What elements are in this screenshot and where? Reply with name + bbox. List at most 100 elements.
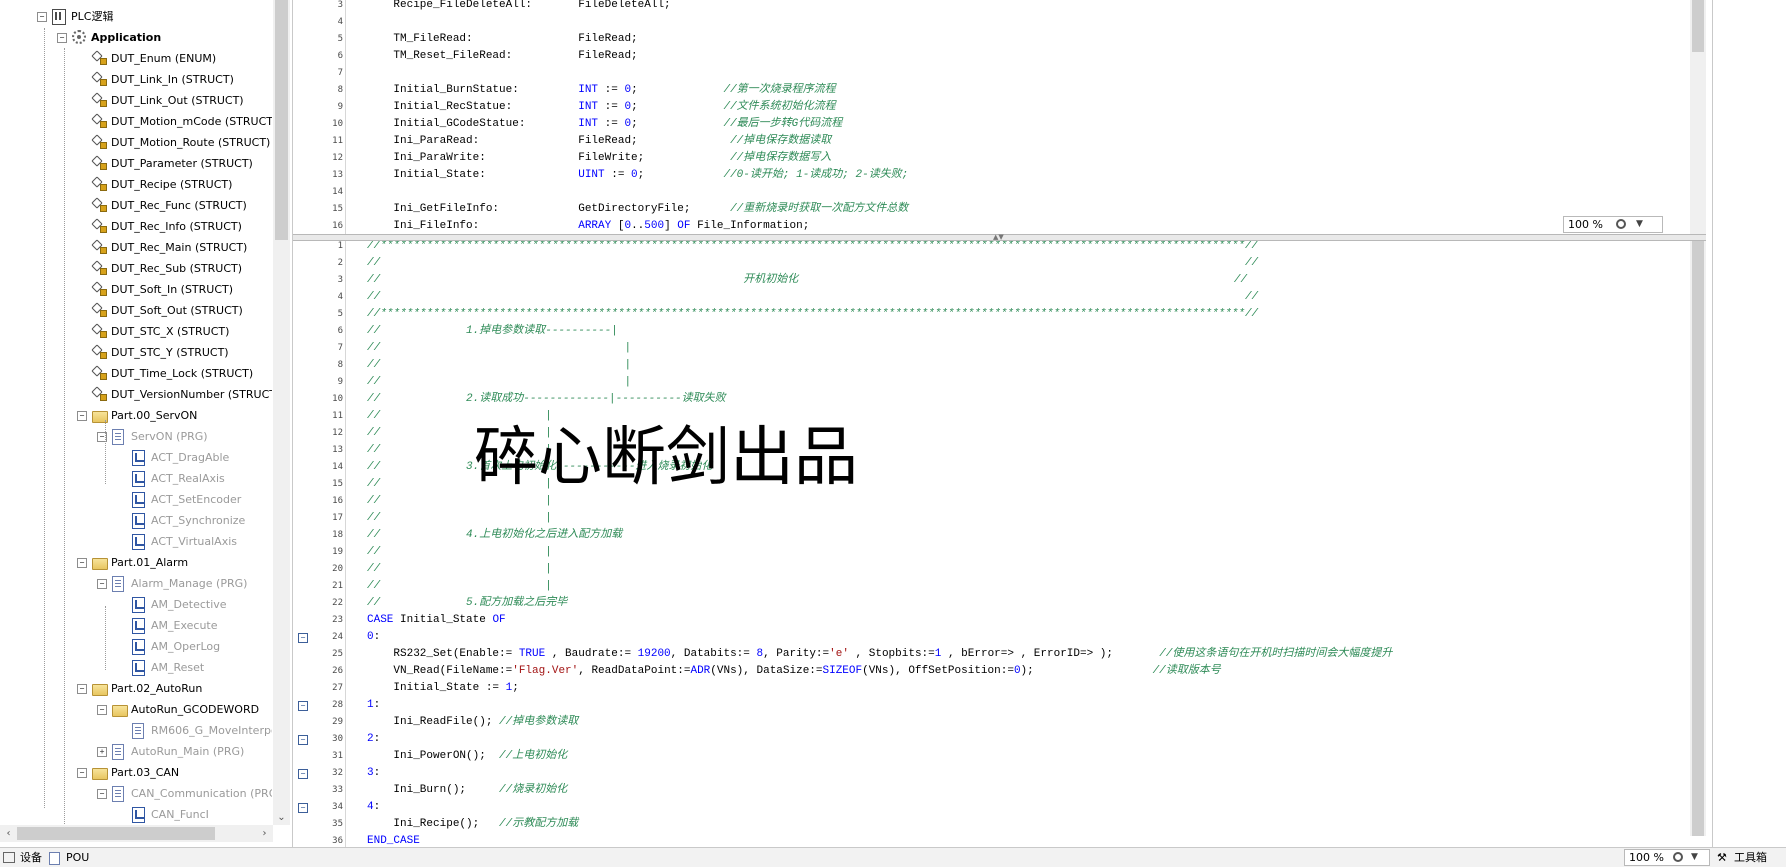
code-line[interactable]: Ini_Recipe(); //示教配方加载 bbox=[367, 816, 578, 833]
code-line[interactable]: END_CASE bbox=[367, 833, 420, 847]
tree-item[interactable]: DUT_Motion_mCode (STRUCT) bbox=[0, 111, 272, 132]
zoom-control[interactable]: 100 % ▼ bbox=[1624, 849, 1710, 866]
tree-item[interactable]: − Alarm_Manage (PRG) bbox=[0, 573, 272, 594]
tree-item[interactable]: AM_Execute bbox=[0, 615, 272, 636]
tree-item[interactable]: AM_Detective bbox=[0, 594, 272, 615]
tree-item[interactable]: − PLC逻辑 bbox=[0, 6, 272, 27]
tree-item[interactable]: − Application bbox=[0, 27, 272, 48]
tree-horizontal-scrollbar[interactable]: ‹ › bbox=[0, 825, 273, 842]
code-line[interactable]: Ini_Burn(); //烧录初始化 bbox=[367, 782, 567, 799]
code-line[interactable]: // // bbox=[367, 255, 1258, 272]
fold-toggle-icon[interactable]: − bbox=[298, 701, 308, 711]
tree-item[interactable]: DUT_Soft_In (STRUCT) bbox=[0, 279, 272, 300]
tree-item[interactable]: − ServON (PRG) bbox=[0, 426, 272, 447]
collapse-toggle-icon[interactable]: − bbox=[97, 789, 107, 799]
code-line[interactable]: // 1.掉电参数读取----------| bbox=[367, 323, 618, 340]
tree-item[interactable]: DUT_Motion_Route (STRUCT) bbox=[0, 132, 272, 153]
zoom-icon[interactable] bbox=[1673, 852, 1683, 862]
tree-item[interactable]: − AutoRun_GCODEWORD bbox=[0, 699, 272, 720]
tree-item[interactable]: ACT_VirtualAxis bbox=[0, 531, 272, 552]
declaration-scrollbar[interactable] bbox=[1690, 0, 1706, 236]
fold-toggle-icon[interactable]: − bbox=[298, 735, 308, 745]
code-line[interactable]: // 开机初始化 // bbox=[367, 272, 1247, 289]
tree-item[interactable]: ACT_RealAxis bbox=[0, 468, 272, 489]
code-line[interactable]: 0: bbox=[367, 629, 380, 646]
code-line[interactable]: // 5.配方加载之后完毕 bbox=[367, 595, 567, 612]
collapse-toggle-icon[interactable]: − bbox=[57, 33, 67, 43]
tab-pou[interactable]: POU bbox=[46, 849, 118, 867]
implementation-editor[interactable]: 1 2 3 4 5 6 7 8 9 10 11 12 13 14 15 16 17 18 19 20 21 22 23 24−… bbox=[293, 241, 1706, 847]
collapse-toggle-icon[interactable]: − bbox=[37, 12, 47, 22]
scroll-left-icon[interactable]: ‹ bbox=[0, 825, 17, 842]
code-line[interactable]: Initial_BurnStatue: INT := 0; //第一次烧录程序流… bbox=[367, 82, 835, 99]
tree-item[interactable]: + AutoRun_Main (PRG) bbox=[0, 741, 272, 762]
code-line[interactable]: 4: bbox=[367, 799, 380, 816]
code-line[interactable]: Initial_State := 1; bbox=[367, 680, 518, 697]
code-line[interactable]: // | bbox=[367, 340, 631, 357]
zoom-control[interactable]: 100 % ▼ bbox=[1563, 216, 1663, 233]
tree-item[interactable]: DUT_Link_In (STRUCT) bbox=[0, 69, 272, 90]
tree-item[interactable]: − CAN_Communication (PRG) bbox=[0, 783, 272, 804]
code-line[interactable]: Initial_State: UINT := 0; //0-读开始; 1-读成功… bbox=[367, 167, 908, 184]
tree-item[interactable]: DUT_Rec_Func (STRUCT) bbox=[0, 195, 272, 216]
code-line[interactable]: Ini_ReadFile(); //掉电参数读取 bbox=[367, 714, 578, 731]
tree-item[interactable]: − Part.02_AutoRun bbox=[0, 678, 272, 699]
collapse-toggle-icon[interactable]: − bbox=[77, 684, 87, 694]
code-line[interactable]: // | bbox=[367, 510, 552, 527]
tree-item[interactable]: DUT_Link_Out (STRUCT) bbox=[0, 90, 272, 111]
fold-toggle-icon[interactable]: − bbox=[298, 633, 308, 643]
tree-item[interactable]: − Part.00_ServON bbox=[0, 405, 272, 426]
editor-splitter[interactable]: ▲▼ bbox=[293, 234, 1706, 241]
collapse-toggle-icon[interactable]: − bbox=[77, 411, 87, 421]
tree-item[interactable]: − Part.01_Alarm bbox=[0, 552, 272, 573]
fold-toggle-icon[interactable]: − bbox=[298, 769, 308, 779]
code-line[interactable]: 3: bbox=[367, 765, 380, 782]
scrollbar-thumb[interactable] bbox=[275, 0, 288, 240]
scrollbar-thumb[interactable] bbox=[1692, 0, 1704, 52]
tree-item[interactable]: − Part.03_CAN bbox=[0, 762, 272, 783]
code-line[interactable]: Initial_RecStatue: INT := 0; //文件系统初始化流程 bbox=[367, 99, 835, 116]
code-line[interactable]: CASE Initial_State OF bbox=[367, 612, 506, 629]
collapse-toggle-icon[interactable]: − bbox=[97, 705, 107, 715]
code-line[interactable]: VN_Read(FileName:='Flag.Ver', ReadDataPo… bbox=[367, 663, 1220, 680]
implementation-scrollbar[interactable] bbox=[1690, 241, 1706, 836]
zoom-icon[interactable] bbox=[1616, 219, 1626, 229]
tree-item[interactable]: DUT_Time_Lock (STRUCT) bbox=[0, 363, 272, 384]
declaration-editor[interactable]: 3 4 5 6 7 8 9 10 11 12 13 14 15 16 Recipe_FileDeleteA… bbox=[293, 0, 1706, 236]
tree-item[interactable]: DUT_Recipe (STRUCT) bbox=[0, 174, 272, 195]
scroll-right-icon[interactable]: › bbox=[256, 825, 273, 842]
tab-toolbox[interactable]: ⚒ 工具箱 bbox=[1714, 849, 1786, 867]
tree-item[interactable]: DUT_Rec_Info (STRUCT) bbox=[0, 216, 272, 237]
tree-item[interactable]: DUT_Rec_Sub (STRUCT) bbox=[0, 258, 272, 279]
code-line[interactable]: //**************************************… bbox=[367, 306, 1258, 323]
chevron-down-icon[interactable]: ▼ bbox=[1691, 850, 1698, 865]
tree-item[interactable]: DUT_Parameter (STRUCT) bbox=[0, 153, 272, 174]
code-line[interactable]: //**************************************… bbox=[367, 241, 1258, 255]
tree-item[interactable]: DUT_STC_Y (STRUCT) bbox=[0, 342, 272, 363]
chevron-down-icon[interactable]: ▼ bbox=[1636, 217, 1643, 232]
scrollbar-thumb[interactable] bbox=[1692, 241, 1704, 836]
tree-item[interactable]: DUT_Rec_Main (STRUCT) bbox=[0, 237, 272, 258]
code-line[interactable]: // | bbox=[367, 578, 552, 595]
scroll-down-icon[interactable]: ⌄ bbox=[273, 812, 290, 823]
code-line[interactable]: Ini_PowerON(); //上电初始化 bbox=[367, 748, 567, 765]
tree-item[interactable]: ACT_SetEncoder bbox=[0, 489, 272, 510]
code-line[interactable]: Ini_ParaWrite: FileWrite; //掉电保存数据写入 bbox=[367, 150, 831, 167]
tree-vertical-scrollbar[interactable]: ⌄ bbox=[273, 0, 290, 825]
code-line[interactable]: // // bbox=[367, 289, 1258, 306]
tree-item[interactable]: AM_Reset bbox=[0, 657, 272, 678]
collapse-toggle-icon[interactable]: − bbox=[97, 579, 107, 589]
tree-item[interactable]: CAN_FuncI bbox=[0, 804, 272, 825]
code-line[interactable]: TM_Reset_FileRead: FileRead; bbox=[367, 48, 637, 65]
tree-item[interactable]: DUT_Soft_Out (STRUCT) bbox=[0, 300, 272, 321]
splitter-grip-icon[interactable]: ▲▼ bbox=[993, 234, 1004, 241]
tree-item[interactable]: RM606_G_MoveInterpola bbox=[0, 720, 272, 741]
code-line[interactable]: // | bbox=[367, 357, 631, 374]
tree-item[interactable]: DUT_Enum (ENUM) bbox=[0, 48, 272, 69]
tree-item[interactable]: AM_OperLog bbox=[0, 636, 272, 657]
tree-item[interactable]: ACT_Synchronize bbox=[0, 510, 272, 531]
code-line[interactable]: TM_FileRead: FileRead; bbox=[367, 31, 637, 48]
collapse-toggle-icon[interactable]: − bbox=[77, 768, 87, 778]
code-line[interactable]: Ini_FileInfo: ARRAY [0..500] OF File_Inf… bbox=[367, 218, 809, 235]
scrollbar-thumb[interactable] bbox=[17, 827, 215, 840]
